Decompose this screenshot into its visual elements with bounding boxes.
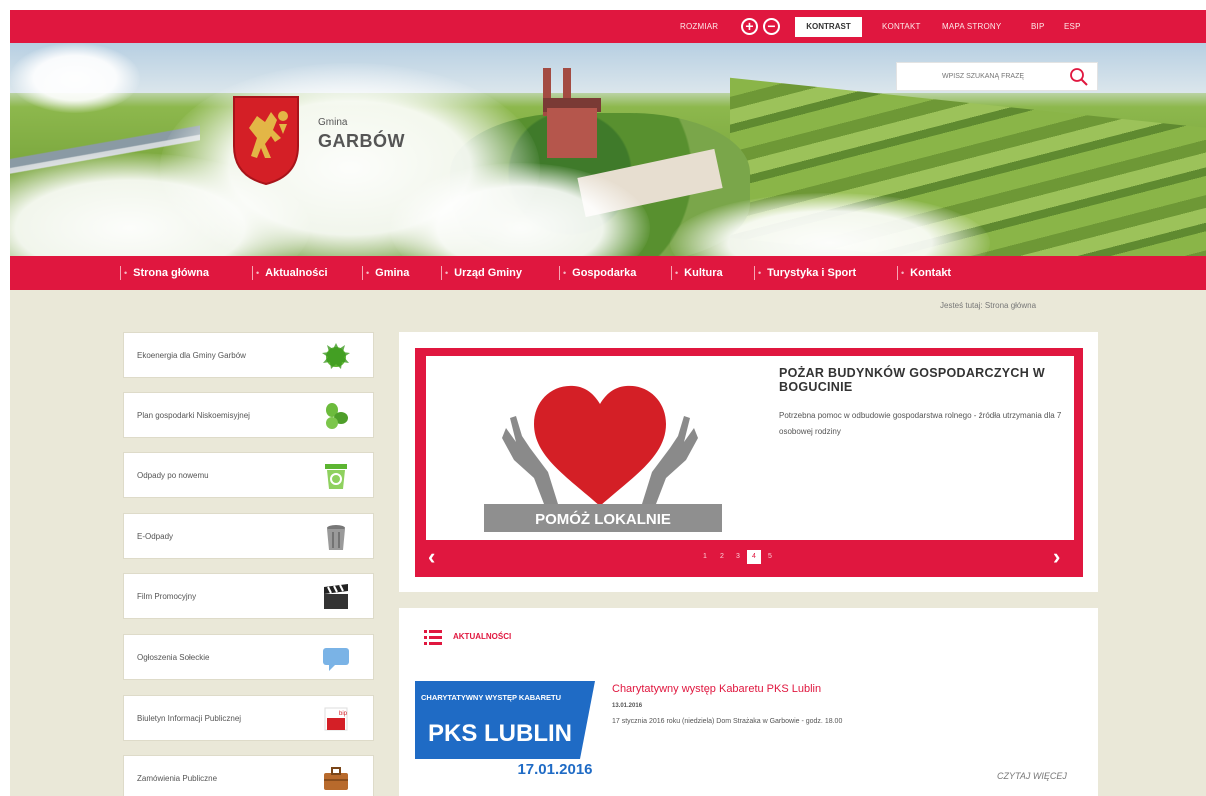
coat-of-arms-logo[interactable] <box>231 94 301 186</box>
sidebar-item-ogloszenia[interactable]: Ogłoszenia Sołeckie <box>123 634 374 680</box>
news-thumbnail-title: PKS LUBLIN <box>428 720 572 747</box>
nav-item-news[interactable]: • Aktualności <box>256 256 328 290</box>
sidebar-item-odpady[interactable]: Odpady po nowemu <box>123 452 374 498</box>
slide-title[interactable]: POŻAR BUDYNKÓW GOSPODARCZYCH W BOGUCINIE <box>779 366 1069 394</box>
slider-page-4[interactable]: 4 <box>747 550 761 564</box>
sidebar-item-film[interactable]: Film Promocyjny <box>123 573 374 619</box>
news-thumbnail-date: 17.01.2016 <box>517 761 592 778</box>
news-date: 13.01.2016 <box>612 703 643 709</box>
nav-item-gmina[interactable]: • Gmina <box>366 256 409 290</box>
nav-item-tourism[interactable]: • Turystyka i Sport <box>758 256 856 290</box>
news-thumbnail[interactable]: CHARYTATYWNY WYSTĘP KABARETU PKS LUBLIN … <box>415 681 595 781</box>
slider-page-5[interactable]: 5 <box>763 550 777 564</box>
sidebar-item-bip[interactable]: Biuletyn Informacji Publicznej bip <box>123 695 374 741</box>
search-box <box>896 62 1098 91</box>
nav-item-home[interactable]: • Strona główna <box>124 256 209 290</box>
recycle-bin-icon <box>325 464 347 489</box>
banner-church <box>535 68 605 163</box>
list-icon <box>424 630 442 645</box>
gmina-name: GARBÓW <box>318 131 405 151</box>
breadcrumb: Jesteś tutaj: Strona główna <box>940 301 1037 310</box>
zoom-in-icon[interactable]: + <box>741 18 758 35</box>
banner-cloud <box>10 43 140 113</box>
nav-item-contact[interactable]: • Kontakt <box>901 256 951 290</box>
sidebar-item-plan[interactable]: Plan gospodarki Niskoemisyjnej <box>123 392 374 438</box>
news-heading[interactable]: AKTUALNOŚCI <box>453 632 511 641</box>
sidebar-item-zamowienia[interactable]: Zamówienia Publiczne <box>123 755 374 796</box>
sitemap-link[interactable]: MAPA STRONY <box>942 10 1001 43</box>
clapperboard-icon <box>324 584 348 609</box>
gmina-label: Gmina <box>318 117 348 128</box>
search-icon[interactable] <box>1069 67 1089 87</box>
top-utility-bar: ROZMIAR + − KONTRAST KONTAKT MAPA STRONY… <box>10 10 1206 43</box>
heart-hands-icon: POMÓŻ LOKALNIE <box>484 385 722 532</box>
news-excerpt: 17 stycznia 2016 roku (niedziela) Dom St… <box>612 718 843 725</box>
speech-bubble-icon <box>323 648 349 671</box>
nav-item-economy[interactable]: • Gospodarka <box>563 256 636 290</box>
leaves-icon <box>326 403 348 429</box>
contrast-button[interactable]: KONTRAST <box>795 17 862 37</box>
news-title-link[interactable]: Charytatywny występ Kabaretu PKS Lublin <box>612 683 821 695</box>
main-navigation: • Strona główna • Aktualności • Gmina • Urzą… <box>10 256 1206 290</box>
bip-link[interactable]: BIP <box>1031 10 1045 43</box>
slide-image-caption: POMÓŻ LOKALNIE <box>535 510 671 528</box>
nav-item-culture[interactable]: • Kultura <box>675 256 723 290</box>
eco-globe-icon <box>322 343 350 369</box>
slider-prev-icon[interactable]: ‹ <box>428 545 435 569</box>
sidebar-item-ekoenergia[interactable]: Ekoenergia dla Gminy Garbów <box>123 332 374 378</box>
nav-item-office[interactable]: • Urząd Gminy <box>445 256 522 290</box>
news-thumbnail-top: CHARYTATYWNY WYSTĘP KABARETU <box>421 693 561 702</box>
sidebar-item-e-odpady[interactable]: E-Odpady <box>123 513 374 559</box>
briefcase-icon <box>324 767 348 790</box>
read-more-link[interactable]: CZYTAJ WIĘCEJ <box>997 771 1067 781</box>
slider-page-2[interactable]: 2 <box>715 550 729 564</box>
bip-icon: bip <box>324 707 348 731</box>
slide-image[interactable]: POMÓŻ LOKALNIE <box>426 356 776 540</box>
esp-link[interactable]: ESP <box>1064 10 1081 43</box>
slider-page-1[interactable]: 1 <box>698 550 712 564</box>
zoom-out-icon[interactable]: − <box>763 18 780 35</box>
trash-can-icon <box>327 525 345 550</box>
search-input[interactable] <box>903 67 1063 86</box>
font-size-label: ROZMIAR <box>680 22 719 31</box>
svg-text:bip: bip <box>339 711 348 717</box>
slider-page-3[interactable]: 3 <box>731 550 745 564</box>
slider-next-icon[interactable]: › <box>1053 545 1060 569</box>
contact-link[interactable]: KONTAKT <box>882 10 921 43</box>
slide-description: Potrzebna pomoc w odbudowie gospodarstwa… <box>779 411 1062 436</box>
